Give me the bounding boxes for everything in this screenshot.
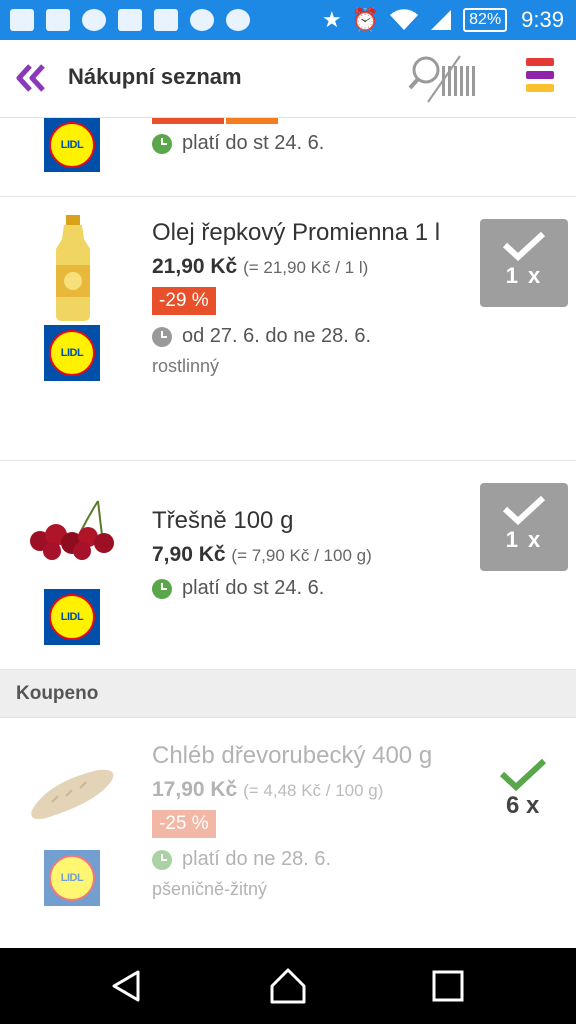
product-name: Olej řepkový Promienna 1 l (152, 219, 441, 246)
price: 17,90 Kč (152, 778, 238, 801)
barcode-search-icon[interactable] (408, 52, 478, 106)
unit-price: (= 7,90 Kč / 100 g) (231, 546, 372, 565)
clock-time: 9:39 (521, 7, 564, 32)
weather-icon (226, 9, 250, 31)
download-icon (190, 9, 214, 31)
photo-icon (154, 9, 178, 31)
shopping-list: LIDL platí do st 24. 6. LIDL Olej řepkov… (0, 118, 576, 948)
section-title: Koupeno (16, 683, 99, 704)
add-contact-icon (82, 9, 106, 31)
mark-bought-button[interactable]: 1 x (480, 483, 568, 571)
validity: od 27. 6. do ne 28. 6. (152, 325, 462, 348)
price: 21,90 Kč (152, 255, 238, 278)
back-icon[interactable] (108, 966, 148, 1006)
price-line: 7,90 Kč (= 7,90 Kč / 100 g) (152, 543, 462, 567)
discount-badge: -29 % (152, 287, 216, 315)
store-logo: LIDL (44, 118, 100, 172)
status-bar: ★ ⏰ 82% 9:39 (0, 0, 576, 40)
discount-badge-strip-alt (226, 118, 278, 124)
page-title: Nákupní seznam (68, 64, 242, 89)
system-icons: ★ ⏰ 82% 9:39 (322, 0, 564, 40)
validity: platí do st 24. 6. (152, 577, 462, 600)
app-bar: Nákupní seznam (0, 40, 576, 118)
check-icon[interactable] (498, 758, 548, 792)
check-icon (502, 231, 546, 261)
battery-indicator: 82% (463, 8, 508, 32)
home-icon[interactable] (268, 966, 308, 1006)
product-image-cherries (30, 500, 114, 560)
store-logo: LIDL (44, 325, 100, 381)
list-item[interactable]: LIDL Chléb dřevorubecký 400 g 17,90 Kč (… (0, 718, 576, 948)
product-note: pšeničně-žitný (152, 879, 268, 899)
product-note: rostlinný (152, 356, 220, 376)
chat-icon (10, 9, 34, 31)
clock-icon (152, 849, 172, 870)
price-line: 17,90 Kč (= 4,48 Kč / 100 g) (152, 778, 482, 802)
discount-badge: -25 % (152, 810, 216, 838)
validity-text: platí do st 24. 6. (182, 577, 325, 599)
validity-text: od 27. 6. do ne 28. 6. (182, 325, 372, 347)
quantity: 1 x (505, 527, 543, 552)
star-icon: ★ (322, 7, 342, 32)
list-item[interactable]: LIDL Třešně 100 g 7,90 Kč (= 7,90 Kč / 1… (0, 461, 576, 670)
unit-price: (= 21,90 Kč / 1 l) (243, 258, 369, 277)
clock-icon (152, 578, 172, 599)
clock-icon (152, 133, 172, 154)
quantity: 1 x (505, 263, 543, 288)
store-logo: LIDL (44, 850, 100, 906)
product-image-bread (31, 769, 114, 819)
notification-icons (10, 0, 250, 40)
discount-badge-strip (152, 118, 224, 124)
store-logo: LIDL (44, 589, 100, 645)
wifi-icon (390, 9, 419, 30)
unit-price: (= 4,48 Kč / 100 g) (243, 781, 384, 800)
menu-icon[interactable] (526, 58, 556, 100)
double-chevron-left-icon[interactable] (14, 60, 54, 96)
alarm-icon: ⏰ (351, 7, 380, 32)
list-item[interactable]: LIDL Olej řepkový Promienna 1 l 21,90 Kč… (0, 197, 576, 461)
clock-icon (152, 326, 172, 347)
price-line: 21,90 Kč (= 21,90 Kč / 1 l) (152, 255, 462, 279)
validity-text: platí do st 24. 6. (182, 132, 325, 154)
section-header-bought: Koupeno (0, 670, 576, 718)
validity: platí do st 24. 6. (152, 132, 324, 155)
product-name: Chléb dřevorubecký 400 g (152, 742, 433, 769)
product-image-oil-bottle (56, 215, 90, 321)
recents-icon[interactable] (428, 966, 468, 1006)
price: 7,90 Kč (152, 543, 226, 566)
system-nav-bar (0, 948, 576, 1024)
mail-icon (118, 9, 142, 31)
validity: platí do ne 28. 6. (152, 848, 482, 871)
facebook-icon (46, 9, 70, 31)
product-name: Třešně 100 g (152, 507, 294, 534)
validity-text: platí do ne 28. 6. (182, 848, 332, 870)
signal-icon (431, 10, 452, 30)
list-item[interactable]: LIDL platí do st 24. 6. (0, 118, 576, 197)
check-icon (502, 495, 546, 525)
mark-bought-button[interactable]: 1 x (480, 219, 568, 307)
quantity: 6 x (506, 792, 540, 819)
